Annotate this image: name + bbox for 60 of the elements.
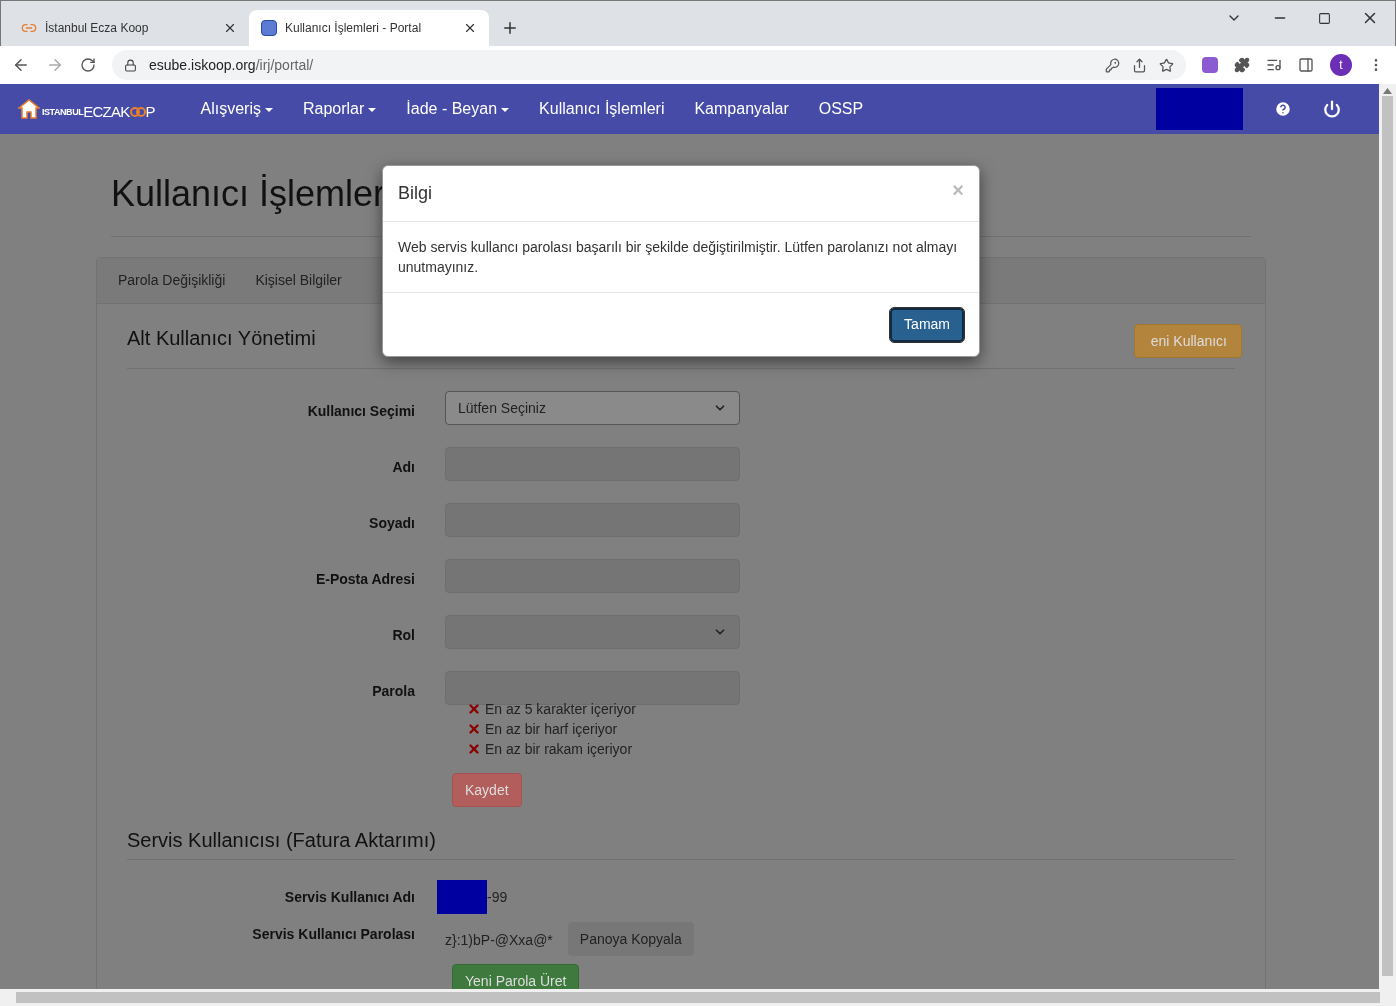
profile-avatar[interactable]: t xyxy=(1330,54,1352,76)
portal-favicon-icon xyxy=(261,20,277,36)
browser-tab[interactable]: İstanbul Ecza Koop xyxy=(9,10,249,46)
section-heading: Alt Kullanıcı Yönetimi xyxy=(127,326,316,351)
nav-menu-item[interactable]: OSSP xyxy=(803,97,879,121)
ok-button[interactable]: Tamam xyxy=(890,307,964,342)
select-field[interactable]: Lütfen Seçiniz xyxy=(445,391,740,425)
key-icon[interactable] xyxy=(1105,57,1120,73)
rule-text: En az bir harf içeriyor xyxy=(485,719,618,739)
field-label: E-Posta Adresi xyxy=(314,570,415,589)
field-label: Servis Kullanıcı Adı xyxy=(283,887,415,907)
generate-password-button[interactable]: Yeni Parola Üret xyxy=(452,964,580,989)
address-bar[interactable]: esube.iskoop.org/irj/portal/ xyxy=(112,50,1186,80)
horizontal-scrollbar[interactable] xyxy=(0,989,1396,1006)
user-name-suffix: -99 xyxy=(487,887,508,907)
section-heading: Servis Kullanıcısı (Fatura Aktarımı) xyxy=(127,825,1235,860)
field-label: Soyadı xyxy=(368,514,415,533)
extension-icon[interactable] xyxy=(1202,57,1218,73)
dialog-message: Web servis kullancı parolası başarılı bir şekilde değiştirilmiştir. Lütfen parolanızı not almayı unutmayınız. xyxy=(397,238,959,277)
field-label: Rol xyxy=(391,626,415,645)
rule-text: En az 5 karakter içeriyor xyxy=(485,699,636,719)
side-panel-icon[interactable] xyxy=(1298,57,1314,73)
help-icon[interactable] xyxy=(1274,100,1292,118)
panel-tab[interactable]: Parola Değişikliği xyxy=(103,270,241,291)
house-icon xyxy=(18,99,40,119)
field-label: Parola xyxy=(371,682,415,701)
copy-button[interactable]: Panoya Kopyala xyxy=(567,922,694,956)
panel-tab[interactable]: Kişisel Bilgiler xyxy=(240,270,357,291)
password-text: z}:1)bP-@Xxa@* xyxy=(445,931,553,950)
star-icon[interactable] xyxy=(1159,57,1174,73)
page-title: Kullanıcı İşlemler xyxy=(111,172,386,216)
dialog-title: Bilgi xyxy=(398,182,432,205)
nav-menu-item[interactable]: Kampanyalar xyxy=(679,97,804,121)
vertical-scrollbar[interactable] xyxy=(1379,84,1396,989)
redacted-block xyxy=(437,880,487,914)
lock-icon xyxy=(124,58,137,72)
nav-menu-item[interactable]: Kullanıcı İşlemleri xyxy=(524,97,680,121)
close-icon[interactable] xyxy=(463,21,477,35)
share-icon[interactable] xyxy=(1132,57,1147,73)
scroll-up-icon[interactable] xyxy=(1383,88,1392,94)
reload-icon[interactable] xyxy=(80,57,96,73)
field-label: Kullanıcı Seçimi xyxy=(306,402,415,421)
close-icon[interactable] xyxy=(223,21,237,35)
nav-menu-item[interactable]: Raporlar xyxy=(287,97,392,121)
field-label: Servis Kullanıcı Parolası xyxy=(251,925,415,944)
new-tab-icon[interactable] xyxy=(501,19,519,37)
puzzle-icon[interactable] xyxy=(1234,57,1250,73)
caret-icon xyxy=(264,107,273,112)
field-label: Adı xyxy=(391,458,415,477)
back-icon[interactable] xyxy=(12,56,30,74)
power-icon[interactable] xyxy=(1323,100,1341,118)
nav-menu-item[interactable]: İade - Beyan xyxy=(391,97,525,121)
logo[interactable]: ISTANBULECZAK P xyxy=(18,99,156,119)
nav-menu-item[interactable]: Alışveriş xyxy=(185,97,288,121)
caret-icon xyxy=(368,107,377,112)
media-icon[interactable] xyxy=(1266,57,1282,73)
rule-text: En az bir rakam içeriyor xyxy=(485,739,633,759)
caret-icon xyxy=(501,107,510,112)
maximize-icon[interactable] xyxy=(1318,11,1331,25)
browser-tab[interactable]: Kullanıcı İşlemleri - Portal xyxy=(249,10,489,46)
